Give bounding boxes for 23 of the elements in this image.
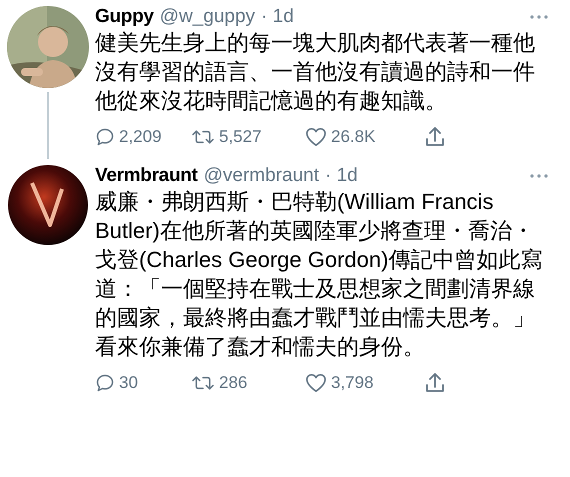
- display-name[interactable]: Vermbraunt: [95, 165, 198, 187]
- heart-icon[interactable]: [305, 373, 327, 393]
- user-handle[interactable]: @vermbraunt: [204, 165, 319, 187]
- avatar[interactable]: [8, 165, 88, 245]
- tweet-time: · 1d: [324, 165, 358, 187]
- tweet-text: 健美先生身上的每一塊大肌肉都代表著一種他沒有學習的語言、一首他沒有讀過的詩和一件他從來沒花時間記憶過的有趣知識。: [95, 29, 536, 115]
- more-icon[interactable]: [530, 15, 548, 19]
- reply-count: 2,209: [119, 127, 162, 147]
- tweet-text: 威廉・弗朗西斯・巴特勒(William Francis Butler)在他所著的英國陸軍少將查理・喬治・戈登(Charles George Gordon)傳記中曾如此寫道：「一個堅持在戰士及思想家之間劃清界線的國家，最終將由蠢才戰鬥並由懦夫思考。」看來你兼備了蠢才和懦夫的身份。: [95, 188, 543, 361]
- tweet-time: · 1d: [261, 6, 294, 28]
- retweet-count: 5,527: [219, 127, 262, 147]
- display-name[interactable]: Guppy: [95, 6, 154, 28]
- heart-icon[interactable]: [305, 127, 327, 147]
- share-icon[interactable]: [425, 372, 445, 394]
- reply-icon[interactable]: [95, 127, 115, 147]
- like-count: 3,798: [331, 373, 374, 393]
- retweet-count: 286: [219, 373, 248, 393]
- share-icon[interactable]: [425, 126, 445, 148]
- more-icon[interactable]: [530, 174, 548, 178]
- reply-count: 30: [119, 373, 138, 393]
- reply-icon[interactable]: [95, 373, 115, 393]
- like-count: 26.8K: [331, 127, 376, 147]
- user-handle[interactable]: @w_guppy: [160, 6, 256, 28]
